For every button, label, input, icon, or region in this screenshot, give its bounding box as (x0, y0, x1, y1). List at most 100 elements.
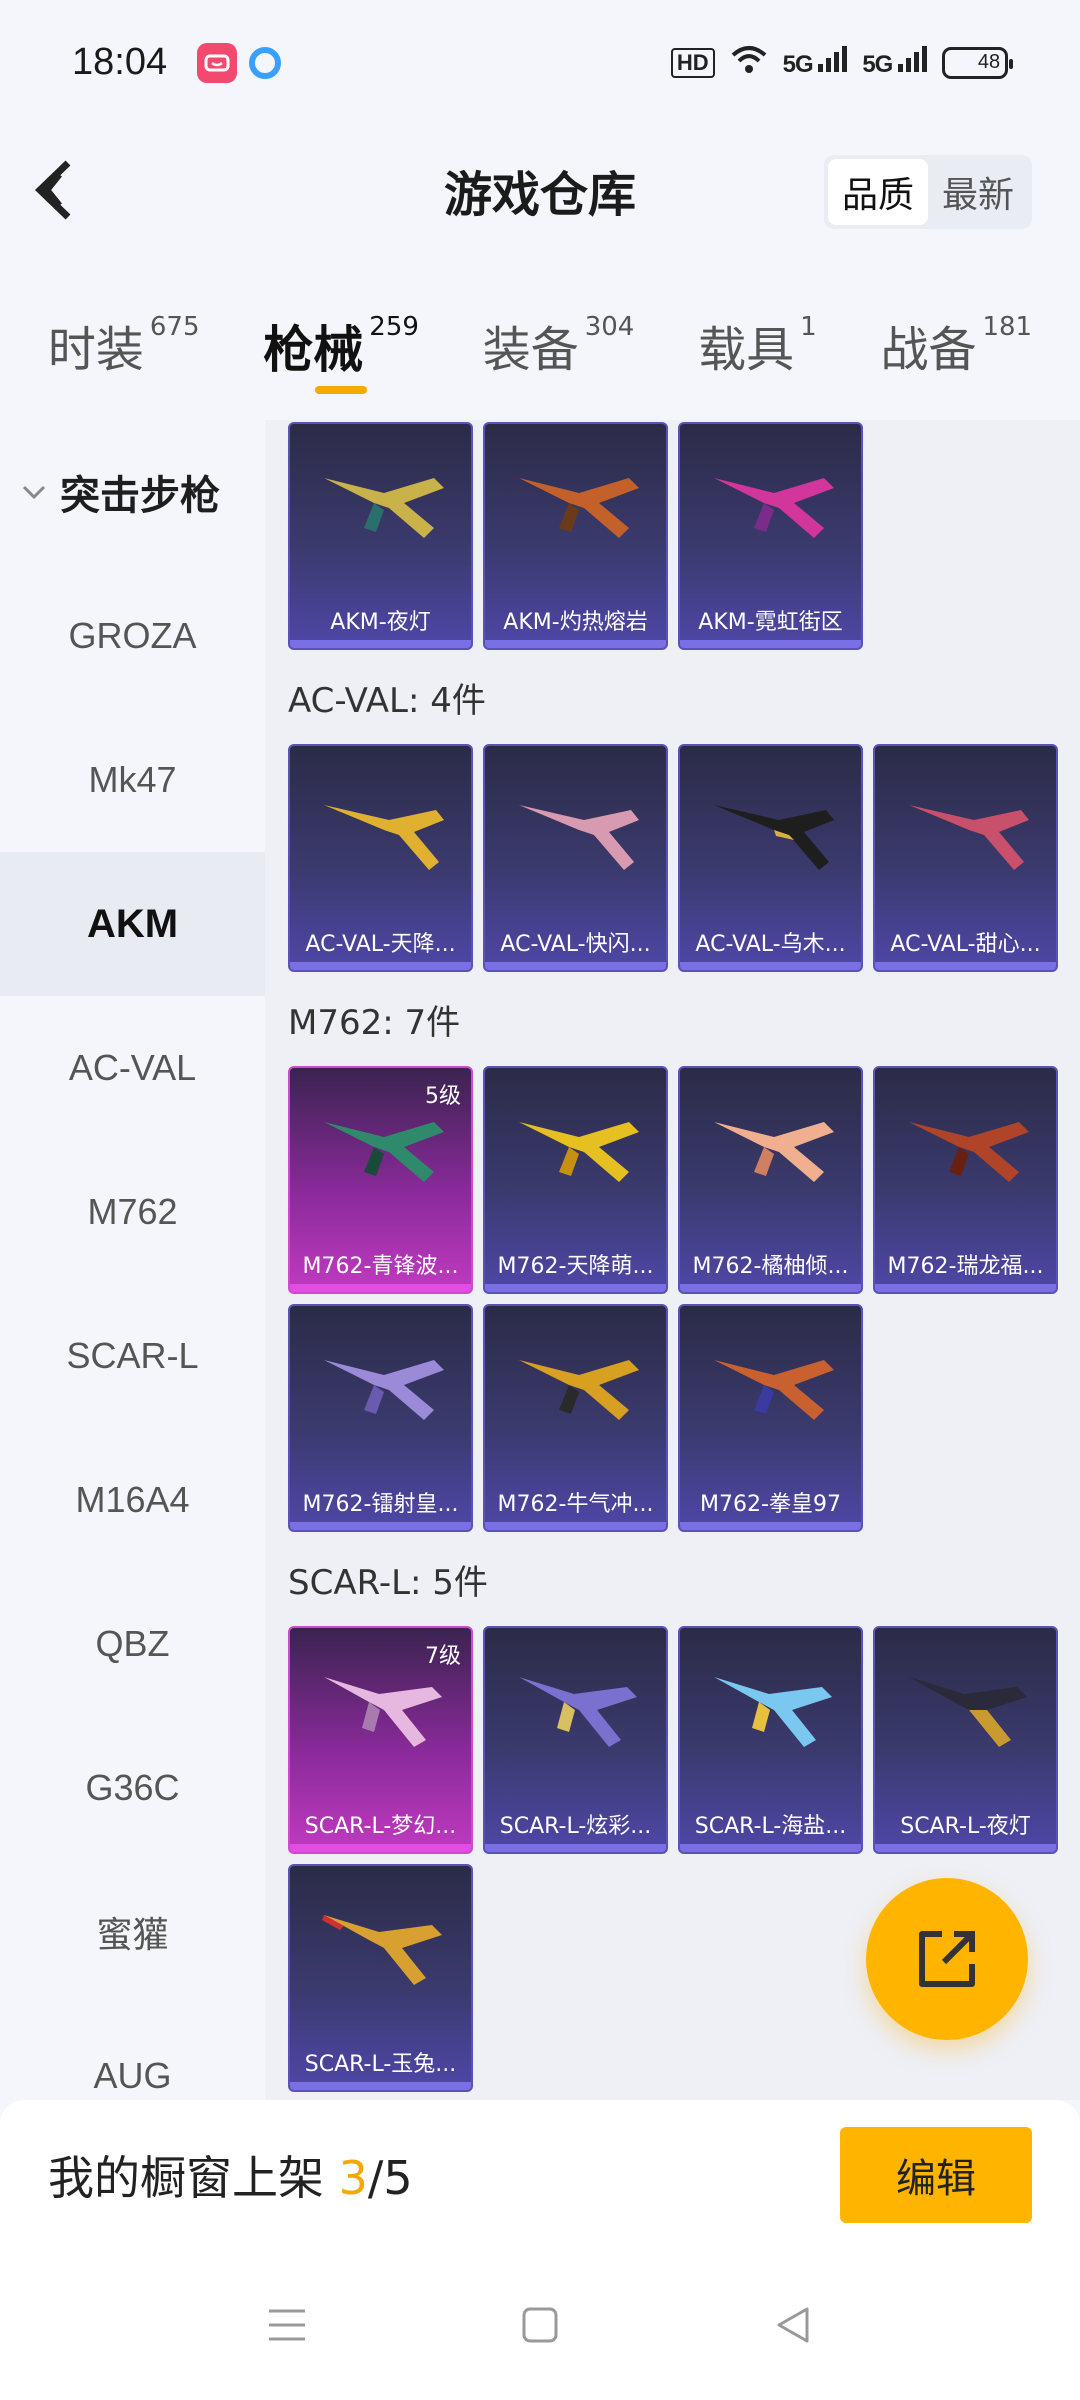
m762-row-1: 5级 M762-青锋波... M762-天降萌... M762-橘柚倾... M… (265, 1066, 1080, 1294)
rarity-bar (485, 1522, 666, 1530)
sidebar-item-honey-badger[interactable]: 蜜獾 (0, 1860, 265, 2004)
rifle-image (324, 1360, 444, 1420)
skin-card[interactable]: M762-瑞龙福... (873, 1066, 1058, 1294)
skin-card[interactable]: SCAR-L-海盐... (678, 1626, 863, 1854)
sidebar-item-qbz[interactable]: QBZ (0, 1572, 265, 1716)
rifle-image (909, 1122, 1029, 1182)
acval-row: AC-VAL-天降... AC-VAL-快闪... AC-VAL-乌木... A… (265, 744, 1080, 972)
battery-icon: 48 (942, 46, 1013, 79)
tab-count: 181 (982, 312, 1033, 342)
skin-card[interactable]: 7级 SCAR-L-梦幻... (288, 1626, 473, 1854)
skin-card[interactable]: AC-VAL-天降... (288, 744, 473, 972)
rifle-image (519, 1677, 637, 1747)
rifle-image (324, 478, 444, 538)
skin-card[interactable]: SCAR-L-玉兔... (288, 1864, 473, 2092)
skin-label: SCAR-L-炫彩... (499, 1814, 652, 1839)
rifle-image (909, 1677, 1027, 1747)
sidebar-item-acval[interactable]: AC-VAL (0, 996, 265, 1140)
skin-label: M762-牛气冲... (497, 1492, 654, 1517)
section-title-scarl: SCAR-L: 5件 (288, 1562, 488, 1603)
skin-card[interactable]: M762-橘柚倾... (678, 1066, 863, 1294)
tab-label: 装备 (482, 322, 579, 378)
rifle-image (714, 805, 834, 870)
rarity-bar (290, 1284, 471, 1292)
skin-label: M762-青锋波... (302, 1254, 459, 1279)
menu-icon (268, 2309, 305, 2341)
wifi-icon (729, 43, 769, 83)
skin-card[interactable]: AKM-夜灯 (288, 422, 473, 650)
signal-5g-2: 5G (862, 46, 928, 79)
scarl-row-1: 7级 SCAR-L-梦幻... SCAR-L-炫彩... SCAR-L-海盐..… (265, 1626, 1080, 1854)
tab-vehicles[interactable]: 载具 1 (698, 290, 817, 420)
active-tab-indicator (315, 386, 368, 394)
rarity-bar (680, 1844, 861, 1852)
rarity-bar (485, 640, 666, 648)
skin-label: SCAR-L-夜灯 (900, 1814, 1031, 1839)
sort-newest-option[interactable]: 最新 (928, 159, 1028, 225)
skin-card[interactable]: AC-VAL-甜心... (873, 744, 1058, 972)
share-button[interactable] (866, 1878, 1028, 2040)
category-tabs: 时装 675 枪械 259 装备 304 载具 1 战备 181 (0, 290, 1080, 420)
skin-card[interactable]: AKM-灼热熔岩 (483, 422, 668, 650)
rarity-bar (290, 640, 471, 648)
weapon-sidebar: 突击步枪 GROZA Mk47 AKM AC-VAL M762 SCAR-L M… (0, 420, 265, 2100)
rifle-image (519, 1360, 639, 1420)
skin-card[interactable]: M762-天降萌... (483, 1066, 668, 1294)
edit-button[interactable]: 编辑 (840, 2127, 1032, 2223)
menu-button[interactable] (257, 2295, 317, 2355)
rifle-image (714, 1122, 834, 1182)
back-button[interactable] (30, 155, 90, 225)
home-button[interactable] (510, 2295, 570, 2355)
sidebar-item-aug[interactable]: AUG (0, 2004, 265, 2100)
skin-label: AC-VAL-甜心... (890, 932, 1041, 957)
sidebar-item-groza[interactable]: GROZA (0, 564, 265, 708)
skin-card[interactable]: 5级 M762-青锋波... (288, 1066, 473, 1294)
sidebar-item-mk47[interactable]: Mk47 (0, 708, 265, 852)
weapon-grid: AKM-夜灯 AKM-灼热熔岩 AKM-霓虹街区 AC-VAL: 4件 AC-V… (265, 420, 1080, 2100)
sidebar-item-m762[interactable]: M762 (0, 1140, 265, 1284)
rifle-image (324, 1677, 442, 1747)
skin-card[interactable]: AC-VAL-快闪... (483, 744, 668, 972)
tab-equipment[interactable]: 装备 304 (483, 290, 635, 420)
signal-5g-1: 5G (783, 46, 849, 79)
skin-label: AC-VAL-乌木... (695, 932, 846, 957)
rifle-image (324, 805, 444, 870)
sort-quality-option[interactable]: 品质 (827, 159, 928, 225)
skin-card[interactable]: AKM-霓虹街区 (678, 422, 863, 650)
skin-label: AKM-霓虹街区 (698, 610, 843, 635)
skin-label: AKM-灼热熔岩 (503, 610, 648, 635)
tab-war-supplies[interactable]: 战备 181 (880, 290, 1032, 420)
showcase-current-count: 3 (338, 2151, 368, 2205)
rifle-image (714, 478, 834, 538)
skin-label: SCAR-L-玉兔... (304, 2052, 457, 2077)
sidebar-item-g36c[interactable]: G36C (0, 1716, 265, 1860)
rifle-image (909, 805, 1029, 870)
skin-card[interactable]: AC-VAL-乌木... (678, 744, 863, 972)
skin-label: M762-拳皇97 (700, 1492, 841, 1517)
tab-label: 载具 (698, 322, 795, 378)
skin-card[interactable]: SCAR-L-炫彩... (483, 1626, 668, 1854)
showcase-status: 我的橱窗上架 3/5 (48, 2151, 413, 2205)
back-nav-icon (777, 2307, 809, 2343)
sidebar-group-assault-rifles[interactable]: 突击步枪 (0, 420, 265, 564)
header: 游戏仓库 品质 最新 (0, 125, 1080, 255)
tab-count: 304 (584, 312, 635, 342)
skin-card[interactable]: M762-镭射皇... (288, 1304, 473, 1532)
tab-fashion[interactable]: 时装 675 (48, 290, 200, 420)
rifle-image (322, 1915, 442, 1985)
rarity-bar (485, 1844, 666, 1852)
skin-card[interactable]: SCAR-L-夜灯 (873, 1626, 1058, 1854)
skin-label: M762-镭射皇... (302, 1492, 459, 1517)
rifle-image (324, 1122, 444, 1182)
app-notification-icon (197, 42, 238, 83)
skin-card[interactable]: M762-拳皇97 (678, 1304, 863, 1532)
rarity-bar (875, 1844, 1056, 1852)
back-nav-button[interactable] (763, 2295, 823, 2355)
back-icon (34, 160, 71, 220)
sidebar-item-scarl[interactable]: SCAR-L (0, 1284, 265, 1428)
sidebar-item-m16a4[interactable]: M16A4 (0, 1428, 265, 1572)
tab-guns[interactable]: 枪械 259 (263, 290, 419, 420)
skin-label: SCAR-L-海盐... (694, 1814, 847, 1839)
skin-card[interactable]: M762-牛气冲... (483, 1304, 668, 1532)
sidebar-item-akm[interactable]: AKM (0, 852, 265, 996)
